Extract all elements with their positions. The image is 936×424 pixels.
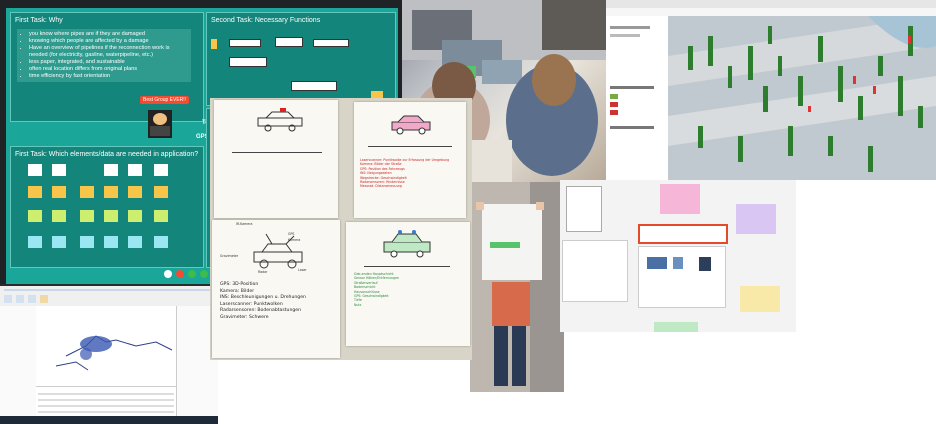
sticky-note <box>52 236 66 248</box>
car-sketch <box>383 230 431 258</box>
sticky-cluster <box>654 322 698 332</box>
task3-title: First Task: Which elements/data are need… <box>15 151 199 158</box>
car-sketch <box>257 108 303 132</box>
sticky-note <box>104 164 118 176</box>
student-presenting-photo <box>470 182 564 392</box>
diagram-box <box>291 81 337 91</box>
bullet-item: knowing which people are affected by a d… <box>29 38 189 45</box>
diagram-box <box>229 39 261 47</box>
diagram-box <box>229 57 267 67</box>
car-label: Laser <box>298 268 307 272</box>
sticky-note <box>104 236 118 248</box>
car-sketch <box>391 115 431 135</box>
car-label: Kamera <box>288 238 301 242</box>
contents-pane <box>0 306 37 416</box>
sticky-note <box>28 164 42 176</box>
handwritten-line: Gravimeter: Schwere <box>220 314 269 320</box>
highlighted-title-card <box>638 224 728 244</box>
sticky-note <box>128 210 142 222</box>
car-label: Gravimeter <box>220 254 239 258</box>
sticky-note <box>104 186 118 198</box>
bullet-item: less paper, integrated, and sustainable <box>29 59 189 66</box>
3d-city-map-screenshot <box>606 0 936 180</box>
present-icon[interactable] <box>200 270 208 278</box>
poster-4: Geb-enden Hauptschicht Sensor Höhen/Entf… <box>346 222 470 346</box>
task1-bullet-list: you know where pipes are if they are dam… <box>17 29 191 82</box>
sticky-note <box>128 164 142 176</box>
sticky-note <box>154 186 168 198</box>
handwritten-line: INS: Beschleunigungen u. Drehungen <box>220 295 306 301</box>
sticky-note <box>154 210 168 222</box>
map-3d-view[interactable] <box>668 16 936 180</box>
task1-panel: First Task: Why you know where pipes are… <box>10 12 204 122</box>
board-card <box>562 240 628 302</box>
sticky-note <box>28 210 42 222</box>
taskbar <box>0 416 218 424</box>
poster-1 <box>214 100 338 218</box>
handwritten-line: GPS: 3D-Position <box>220 282 259 287</box>
car-label: GPS <box>288 232 295 236</box>
sticky-note <box>128 186 142 198</box>
sticky-note <box>80 210 94 222</box>
sticky-cluster <box>736 204 776 234</box>
layer-list-panel <box>606 16 669 180</box>
board-card <box>638 246 726 308</box>
sticky-note <box>128 236 142 248</box>
share-icon[interactable] <box>188 270 196 278</box>
settings-icon[interactable] <box>164 270 172 278</box>
bullet-item: Have an overview of pipelines if the rec… <box>29 45 189 59</box>
poster-1-text: Laserscanner: Punktwolke zur Erfassung d… <box>360 158 460 189</box>
sticky-note <box>28 236 42 248</box>
map-view[interactable] <box>36 306 176 386</box>
bullet-item: often real location differs from origina… <box>29 66 189 73</box>
sticky-cluster <box>660 184 700 214</box>
task1-title: First Task: Why <box>15 17 63 24</box>
meme-image <box>148 110 172 138</box>
handwritten-line: Nutz <box>354 302 362 307</box>
sticky-note <box>52 186 66 198</box>
sticky-note <box>154 164 168 176</box>
sticky-note <box>80 236 94 248</box>
handwritten-posters-photo: Laserscanner: Punktwolke zur Erfassung d… <box>210 98 472 360</box>
record-icon[interactable] <box>176 270 184 278</box>
ribbon-toolbar <box>0 286 218 307</box>
sticky-note <box>52 164 66 176</box>
diagram-box <box>313 39 349 47</box>
best-group-label: Best Group EVER!! <box>140 96 190 104</box>
car-label: IR-Kamera <box>236 222 253 226</box>
gis-desktop-screenshot <box>0 284 218 424</box>
handwritten-line: Radarsensoren: Bodenabtastungen <box>220 308 302 314</box>
diagram-box <box>275 37 303 47</box>
bullet-item: you know where pipes are if they are dam… <box>29 31 189 38</box>
browser-tab-bar <box>606 0 936 8</box>
sticky-note <box>52 210 66 222</box>
poster-4-text: Geb-enden Hauptschicht Sensor Höhen/Entf… <box>354 272 464 307</box>
digital-whiteboard-screenshot <box>560 180 796 332</box>
bullet-item: time efficiency by fast orientation <box>29 73 189 80</box>
sticky-note <box>80 186 94 198</box>
student-photo-drawing <box>470 182 564 392</box>
task2-title: Second Task: Necessary Functions <box>211 17 321 24</box>
board-toolbar <box>164 270 214 280</box>
sticky-note <box>104 210 118 222</box>
handwritten-line: Messrad: Distanzmessung <box>360 184 402 189</box>
poster-2: Laserscanner: Punktwolke zur Erfassung d… <box>354 102 466 218</box>
poster-3-text: GPS: 3D-Position Kamera: Bilder INS: Bes… <box>220 282 336 322</box>
poster-3: IR-Kamera GPS Kamera Gravimeter Radar La… <box>212 220 340 358</box>
sticky-note <box>211 39 217 49</box>
sticky-note <box>154 236 168 248</box>
attribute-table <box>36 386 176 417</box>
sticky-note <box>28 186 42 198</box>
board-card <box>566 186 602 232</box>
car-label: Radar <box>258 270 268 274</box>
task2-panel: Second Task: Necessary Functions <box>206 12 396 106</box>
sticky-cluster <box>740 286 780 312</box>
